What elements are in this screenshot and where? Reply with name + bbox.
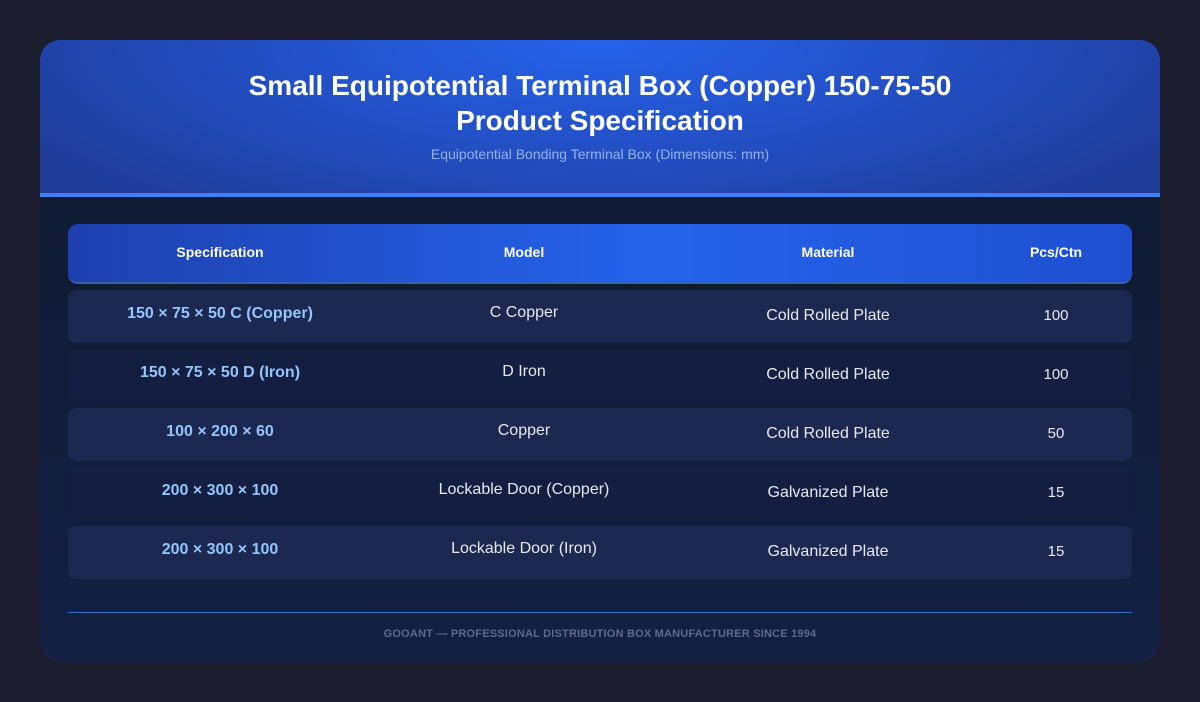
cell-material: Galvanized Plate bbox=[767, 543, 889, 560]
card-header: Small Equipotential Terminal Box (Copper… bbox=[40, 40, 1160, 197]
table-row: 150 × 75 × 50 D (Iron) D Iron Cold Rolle… bbox=[68, 349, 1132, 402]
table-row: 100 × 200 × 60 Copper Cold Rolled Plate … bbox=[68, 408, 1132, 461]
column-header-material: Material bbox=[801, 244, 855, 260]
cell-material: Cold Rolled Plate bbox=[766, 425, 890, 442]
title-line-1: Small Equipotential Terminal Box (Copper… bbox=[248, 70, 952, 101]
cell-specification: 100 × 200 × 60 bbox=[166, 423, 274, 440]
cell-pcs-ctn: 15 bbox=[1047, 484, 1065, 501]
column-header-model: Model bbox=[503, 244, 545, 260]
cell-pcs-ctn: 50 bbox=[1047, 425, 1065, 442]
column-header-pcs-ctn: Pcs/Ctn bbox=[1029, 244, 1083, 260]
cell-pcs-ctn: 100 bbox=[1043, 307, 1069, 324]
cell-pcs-ctn: 100 bbox=[1043, 366, 1069, 383]
cell-model: Lockable Door (Iron) bbox=[451, 540, 597, 557]
cell-specification: 150 × 75 × 50 D (Iron) bbox=[139, 364, 301, 381]
cell-material: Cold Rolled Plate bbox=[766, 366, 890, 383]
table-header: Specification Model Material Pcs/Ctn bbox=[68, 224, 1132, 284]
cell-pcs-ctn: 15 bbox=[1047, 543, 1065, 560]
cell-specification: 200 × 300 × 100 bbox=[161, 541, 279, 558]
cell-model: Copper bbox=[497, 422, 551, 439]
column-header-specification: Specification bbox=[176, 244, 264, 260]
page-subtitle: Equipotential Bonding Terminal Box (Dime… bbox=[430, 146, 770, 162]
cell-material: Galvanized Plate bbox=[767, 484, 889, 501]
spec-card: Small Equipotential Terminal Box (Copper… bbox=[40, 40, 1160, 662]
cell-specification: 200 × 300 × 100 bbox=[161, 482, 279, 499]
page-title: Small Equipotential Terminal Box (Copper… bbox=[40, 68, 1160, 138]
footer-divider bbox=[68, 612, 1132, 613]
table-row: 200 × 300 × 100 Lockable Door (Copper) G… bbox=[68, 467, 1132, 520]
table-row: 200 × 300 × 100 Lockable Door (Iron) Gal… bbox=[68, 526, 1132, 579]
cell-model: Lockable Door (Copper) bbox=[438, 481, 610, 498]
cell-model: C Copper bbox=[489, 304, 559, 321]
cell-model: D Iron bbox=[502, 363, 546, 380]
footer-text: GOOANT — PROFESSIONAL DISTRIBUTION BOX M… bbox=[383, 628, 817, 640]
cell-material: Cold Rolled Plate bbox=[766, 307, 890, 324]
cell-specification: 150 × 75 × 50 C (Copper) bbox=[127, 305, 313, 322]
title-line-2: Product Specification bbox=[456, 105, 744, 136]
table-row: 150 × 75 × 50 C (Copper) C Copper Cold R… bbox=[68, 290, 1132, 343]
